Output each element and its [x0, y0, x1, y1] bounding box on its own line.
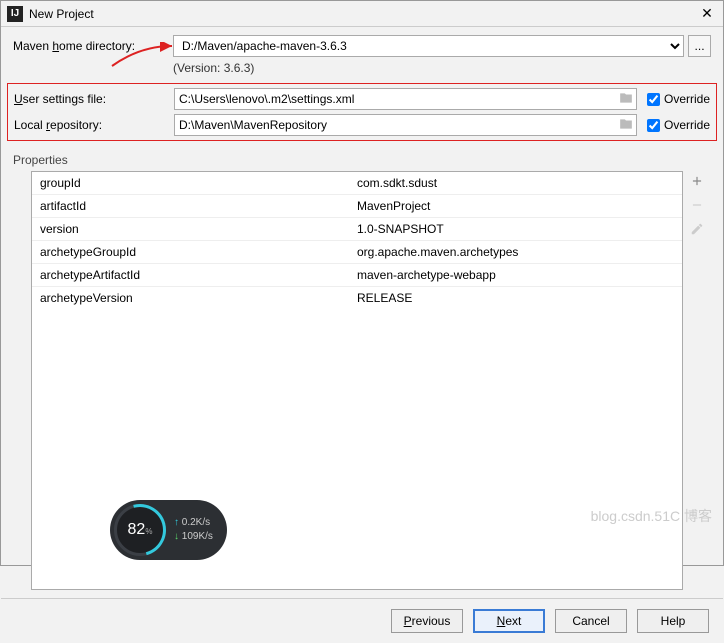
- property-value: 1.0-SNAPSHOT: [357, 222, 674, 236]
- table-row[interactable]: groupIdcom.sdkt.sdust: [32, 172, 682, 195]
- property-key: version: [40, 222, 357, 236]
- folder-icon[interactable]: [619, 91, 633, 108]
- add-property-button[interactable]: [687, 171, 707, 191]
- download-speed: 109K/s: [182, 531, 213, 542]
- maven-home-label: Maven home directory:: [13, 39, 173, 53]
- highlighted-settings-block: User settings file: Override Local repos…: [7, 83, 717, 141]
- help-button[interactable]: Help: [637, 609, 709, 633]
- override-user-settings[interactable]: Override: [647, 92, 710, 106]
- table-row[interactable]: archetypeArtifactIdmaven-archetype-webap…: [32, 264, 682, 287]
- user-settings-input[interactable]: [174, 88, 637, 110]
- next-button[interactable]: Next: [473, 609, 545, 633]
- property-key: archetypeArtifactId: [40, 268, 357, 282]
- close-icon[interactable]: ✕: [697, 5, 717, 22]
- remove-property-button[interactable]: [687, 195, 707, 215]
- user-settings-row: User settings file: Override: [14, 88, 710, 110]
- dialog-window: IJ New Project ✕ Maven home directory: D…: [0, 0, 724, 566]
- maven-home-browse-button[interactable]: ...: [688, 35, 711, 57]
- table-row[interactable]: artifactIdMavenProject: [32, 195, 682, 218]
- property-key: groupId: [40, 176, 357, 190]
- local-repo-label: Local repository:: [14, 118, 174, 132]
- local-repo-input[interactable]: [174, 114, 637, 136]
- property-value: com.sdkt.sdust: [357, 176, 674, 190]
- app-icon: IJ: [7, 6, 23, 22]
- override-repo-checkbox[interactable]: [647, 119, 660, 132]
- table-row[interactable]: archetypeVersionRELEASE: [32, 287, 682, 309]
- upload-speed: 0.2K/s: [182, 517, 210, 528]
- table-row[interactable]: archetypeGroupIdorg.apache.maven.archety…: [32, 241, 682, 264]
- arrow-down-icon: ↓: [174, 531, 179, 542]
- folder-icon[interactable]: [619, 117, 633, 134]
- property-value: maven-archetype-webapp: [357, 268, 674, 282]
- properties-header: Properties: [13, 153, 711, 167]
- window-title: New Project: [29, 7, 697, 21]
- network-speed-widget: 82% ↑ 0.2K/s ↓ 109K/s: [110, 500, 227, 560]
- titlebar: IJ New Project ✕: [1, 1, 723, 27]
- property-value: MavenProject: [357, 199, 674, 213]
- previous-button[interactable]: Previous: [391, 609, 463, 633]
- arrow-up-icon: ↑: [174, 517, 179, 528]
- dialog-footer: Previous Next Cancel Help: [1, 598, 723, 643]
- maven-home-select[interactable]: D:/Maven/apache-maven-3.6.3: [173, 35, 684, 57]
- local-repo-row: Local repository: Override: [14, 114, 710, 136]
- maven-version-text: (Version: 3.6.3): [173, 61, 711, 75]
- override-user-checkbox[interactable]: [647, 93, 660, 106]
- override-local-repo[interactable]: Override: [647, 118, 710, 132]
- property-value: RELEASE: [357, 291, 674, 305]
- property-key: archetypeVersion: [40, 291, 357, 305]
- table-row[interactable]: version1.0-SNAPSHOT: [32, 218, 682, 241]
- edit-property-button[interactable]: [687, 219, 707, 239]
- property-key: archetypeGroupId: [40, 245, 357, 259]
- maven-home-row: Maven home directory: D:/Maven/apache-ma…: [13, 35, 711, 57]
- speed-gauge-icon: 82%: [114, 504, 166, 556]
- dialog-content: Maven home directory: D:/Maven/apache-ma…: [1, 27, 723, 598]
- cancel-button[interactable]: Cancel: [555, 609, 627, 633]
- user-settings-label: User settings file:: [14, 92, 174, 106]
- property-value: org.apache.maven.archetypes: [357, 245, 674, 259]
- property-key: artifactId: [40, 199, 357, 213]
